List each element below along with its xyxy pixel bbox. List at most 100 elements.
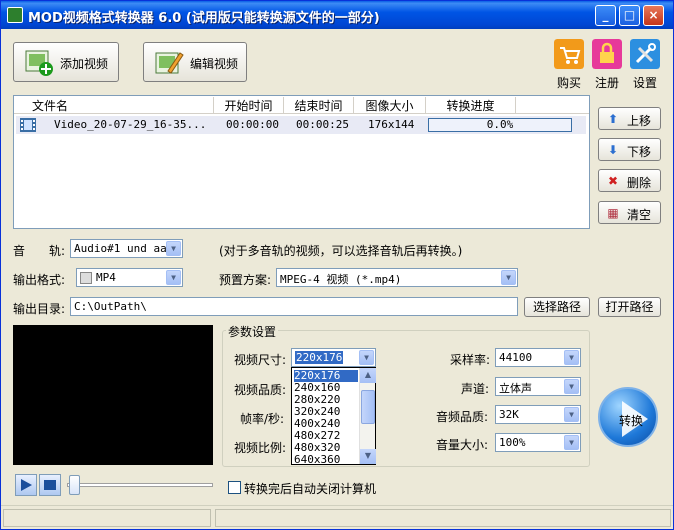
close-button[interactable]: × (643, 5, 664, 26)
move-up-label: 上移 (627, 114, 652, 128)
add-video-icon (25, 50, 53, 76)
channels-select[interactable]: 立体声 ▼ (495, 377, 581, 396)
chevron-down-icon[interactable]: ▼ (564, 379, 579, 394)
video-size-dropdown[interactable]: 220x176 240x160 280x220 320x240 400x240 … (291, 367, 376, 466)
scroll-up-icon[interactable]: ▲ (360, 368, 376, 383)
preset-value: MPEG-4 视频 (*.mp4) (280, 273, 402, 286)
volume-select[interactable]: 100% ▼ (495, 433, 581, 452)
shopping-cart-icon (554, 39, 584, 69)
output-format-value: MP4 (96, 271, 116, 284)
chevron-down-icon[interactable]: ▼ (359, 350, 374, 365)
register-button[interactable]: 注册 (588, 39, 626, 91)
frame-rate-label: 帧率/秒: (240, 412, 285, 426)
edit-video-icon (155, 52, 184, 74)
play-button[interactable] (15, 474, 37, 496)
window-title: MOD视频格式转换器 6.0 (试用版只能转换源文件的一部分) (28, 11, 380, 26)
title-bar[interactable]: MOD视频格式转换器 6.0 (试用版只能转换源文件的一部分) _ □ × (1, 1, 673, 29)
clear-button[interactable]: ▦ 清空 (598, 201, 661, 224)
audio-quality-value: 32K (499, 408, 519, 421)
auto-shutdown-checkbox[interactable] (228, 481, 241, 494)
column-end-time[interactable]: 结束时间 (284, 97, 354, 113)
delete-button[interactable]: ✖ 删除 (598, 169, 661, 192)
seek-track[interactable] (67, 483, 213, 487)
table-row[interactable]: Video_20-07-29_16-35... 00:00:00 00:00:2… (16, 116, 586, 134)
column-progress[interactable]: 转换进度 (426, 97, 516, 113)
audio-track-select[interactable]: Audio#1 und aac ▼ (70, 239, 183, 258)
buy-button[interactable]: 购买 (550, 39, 588, 91)
convert-button[interactable]: 转换 (598, 387, 658, 447)
audio-track-hint: (对于多音轨的视频，可以选择音轨后再转换。) (219, 244, 463, 258)
row-filename: Video_20-07-29_16-35... (54, 118, 207, 131)
play-triangle-icon (21, 479, 32, 491)
video-size-label: 视频尺寸: (234, 353, 287, 367)
row-image-size: 176x144 (368, 118, 415, 131)
chevron-down-icon[interactable]: ▼ (564, 407, 579, 422)
scroll-thumb[interactable] (361, 390, 375, 424)
edit-video-label: 编辑视频 (190, 57, 239, 71)
register-label: 注册 (594, 76, 619, 90)
scroll-down-icon[interactable]: ▼ (360, 449, 376, 464)
video-size-value: 220x176 (295, 351, 344, 364)
row-progress-bar: 0.0% (428, 118, 572, 132)
auto-shutdown-label[interactable]: 转换完后自动关闭计算机 (244, 480, 376, 497)
audio-quality-label: 音频品质: (436, 410, 489, 424)
delete-x-icon: ✖ (607, 174, 619, 188)
dropdown-scrollbar[interactable]: ▲ ▼ (359, 368, 376, 464)
move-down-button[interactable]: ⬇ 下移 (598, 138, 661, 161)
output-format-label: 输出格式: (13, 273, 66, 287)
open-path-button[interactable]: 打开路径 (598, 297, 661, 317)
arrow-down-icon: ⬇ (607, 143, 619, 157)
column-filename[interactable]: 文件名 (14, 97, 214, 113)
delete-label: 删除 (627, 176, 652, 190)
chevron-down-icon[interactable]: ▼ (166, 270, 181, 285)
preset-select[interactable]: MPEG-4 视频 (*.mp4) ▼ (276, 268, 518, 287)
chevron-down-icon[interactable]: ▼ (501, 270, 516, 285)
file-list-header: 文件名 开始时间 结束时间 图像大小 转换进度 (14, 96, 589, 114)
clear-label: 清空 (627, 208, 652, 222)
output-dir-field[interactable]: C:\OutPath\ (70, 297, 518, 316)
channels-value: 立体声 (499, 382, 532, 395)
video-preview (13, 325, 213, 465)
preset-label: 预置方案: (219, 273, 272, 287)
maximize-button[interactable]: □ (619, 5, 640, 26)
chevron-down-icon[interactable]: ▼ (564, 435, 579, 450)
column-start-time[interactable]: 开始时间 (214, 97, 284, 113)
lock-icon (592, 39, 622, 69)
seek-handle[interactable] (69, 475, 80, 495)
row-start-time: 00:00:00 (226, 118, 279, 131)
chevron-down-icon[interactable]: ▼ (166, 241, 181, 256)
settings-button[interactable]: 设置 (626, 39, 664, 91)
volume-value: 100% (499, 436, 526, 449)
audio-quality-select[interactable]: 32K ▼ (495, 405, 581, 424)
clear-icon: ▦ (607, 206, 619, 220)
move-up-button[interactable]: ⬆ 上移 (598, 107, 661, 130)
sample-rate-select[interactable]: 44100 ▼ (495, 348, 581, 367)
app-window: MOD视频格式转换器 6.0 (试用版只能转换源文件的一部分) _ □ × 添加… (0, 0, 674, 530)
stop-button[interactable] (39, 474, 61, 496)
sample-rate-label: 采样率: (450, 353, 491, 367)
settings-label: 设置 (632, 76, 657, 90)
row-end-time: 00:00:25 (296, 118, 349, 131)
output-format-select[interactable]: MP4 ▼ (76, 268, 183, 287)
volume-label: 音量大小: (436, 438, 489, 452)
convert-label: 转换 (619, 414, 644, 428)
add-video-label: 添加视频 (60, 57, 109, 71)
column-image-size[interactable]: 图像大小 (354, 97, 426, 113)
tools-icon (630, 39, 660, 69)
file-list[interactable]: 文件名 开始时间 结束时间 图像大小 转换进度 Video_20-07-29_1… (13, 95, 590, 229)
video-size-select[interactable]: 220x176 ▼ (291, 348, 376, 367)
move-down-label: 下移 (627, 145, 652, 159)
aspect-ratio-label: 视频比例: (234, 441, 287, 455)
arrow-up-icon: ⬆ (607, 112, 619, 126)
edit-video-button[interactable]: 编辑视频 (143, 42, 247, 82)
audio-track-value: Audio#1 und aac (74, 242, 174, 255)
chevron-down-icon[interactable]: ▼ (564, 350, 579, 365)
minimize-button[interactable]: _ (595, 5, 616, 26)
status-pane-right (215, 509, 671, 527)
sample-rate-value: 44100 (499, 351, 533, 364)
size-option[interactable]: 640x360 (294, 454, 358, 466)
status-pane-left (3, 509, 211, 527)
stop-square-icon (44, 480, 56, 490)
add-video-button[interactable]: 添加视频 (13, 42, 119, 82)
choose-path-button[interactable]: 选择路径 (524, 297, 590, 317)
